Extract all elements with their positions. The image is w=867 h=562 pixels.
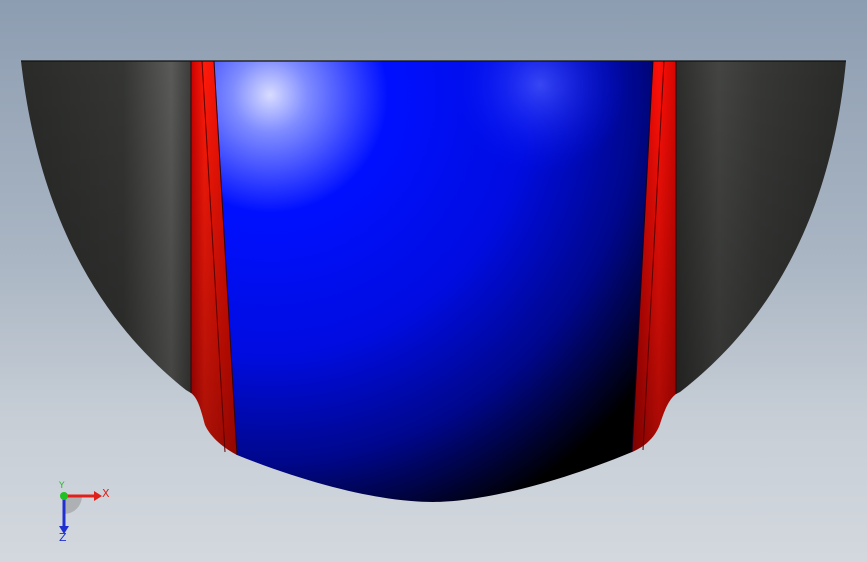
center-body-highlight — [214, 61, 653, 502]
x-axis-label: X — [102, 487, 110, 500]
right-shell-face[interactable] — [676, 61, 846, 394]
graphics-viewport[interactable]: X Y Z — [0, 0, 867, 562]
z-axis-label: Z — [59, 531, 67, 544]
y-axis-label: Y — [59, 481, 65, 491]
model-view[interactable] — [0, 0, 867, 562]
y-axis-dot — [60, 492, 68, 500]
left-shell-face[interactable] — [21, 61, 191, 393]
reference-triad: X Y Z — [46, 481, 116, 546]
